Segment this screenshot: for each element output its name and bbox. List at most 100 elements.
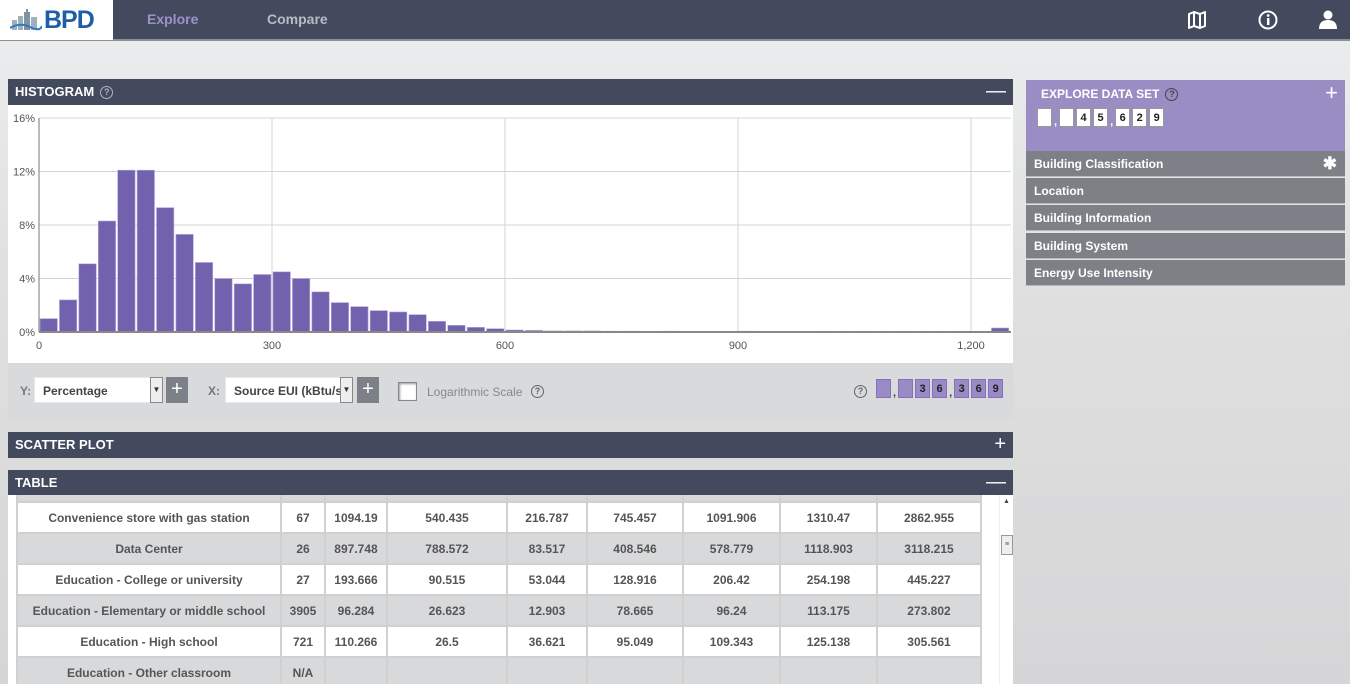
scroll-thumb[interactable]: ≡ bbox=[1001, 535, 1013, 555]
histogram-title: HISTOGRAM bbox=[15, 84, 95, 99]
header-cell bbox=[16, 495, 282, 503]
histogram-chart: 0% 4% 8% 12% 16% 0 300 600 900 1,200 bbox=[8, 105, 1013, 363]
table-row[interactable]: Education - College or university 27 193.6… bbox=[16, 563, 982, 596]
table-row[interactable]: Education - Elementary or middle school 3… bbox=[16, 594, 982, 627]
value-cell: 83.517 bbox=[506, 532, 588, 565]
user-icon[interactable] bbox=[1317, 9, 1339, 31]
value-cell: 113.175 bbox=[779, 594, 878, 627]
histogram-bar bbox=[428, 321, 447, 333]
histogram-bar bbox=[78, 263, 97, 333]
x-tick-label: 0 bbox=[36, 340, 42, 352]
info-icon[interactable] bbox=[1257, 9, 1279, 31]
filter-building-classification[interactable]: Building Classification ✱ bbox=[1026, 151, 1345, 177]
table-row[interactable]: Convenience store with gas station 67 1094… bbox=[16, 501, 982, 534]
value-cell bbox=[682, 656, 781, 684]
building-type-cell: Education - High school bbox=[16, 625, 282, 658]
log-scale-checkbox[interactable] bbox=[398, 382, 417, 401]
histogram-bar bbox=[156, 207, 175, 333]
histogram-bar bbox=[350, 306, 369, 333]
y-tick-label: 8% bbox=[19, 220, 35, 232]
nav-explore[interactable]: Explore bbox=[147, 11, 198, 27]
filter-building-system[interactable]: Building System bbox=[1026, 232, 1345, 259]
filter-building-information[interactable]: Building Information bbox=[1026, 205, 1345, 232]
filter-label: Location bbox=[1034, 184, 1084, 199]
histogram-bar bbox=[136, 169, 155, 333]
value-cell: 788.572 bbox=[386, 532, 508, 565]
filter-label: Building System bbox=[1034, 238, 1129, 253]
help-icon[interactable]: ? bbox=[854, 383, 867, 401]
table-header: TABLE — bbox=[8, 470, 1013, 496]
value-cell: 897.748 bbox=[324, 532, 388, 565]
bpd-logo[interactable]: BPD bbox=[0, 0, 113, 40]
nav-compare[interactable]: Compare bbox=[267, 11, 328, 27]
counter-separator: , bbox=[1054, 116, 1058, 128]
filter-location[interactable]: Location bbox=[1026, 178, 1345, 205]
add-filter-button[interactable]: + bbox=[1325, 80, 1338, 106]
value-cell: 578.779 bbox=[682, 532, 781, 565]
value-cell: 745.457 bbox=[586, 501, 684, 534]
building-count: ,36,369 bbox=[876, 379, 1005, 399]
value-cell: 2862.955 bbox=[876, 501, 982, 534]
help-icon[interactable]: ? bbox=[1165, 88, 1179, 102]
value-cell: 26.623 bbox=[386, 594, 508, 627]
value-cell: 96.24 bbox=[682, 594, 781, 627]
table-scrollbar[interactable]: ▲ ≡ bbox=[999, 495, 1013, 684]
help-icon[interactable]: ? bbox=[100, 86, 114, 100]
table-row[interactable]: Education - Other classroom N/A bbox=[16, 656, 982, 684]
y-axis-select[interactable]: Percentage bbox=[34, 377, 152, 403]
help-icon[interactable]: ? bbox=[531, 383, 544, 401]
scroll-up-icon[interactable]: ▲ bbox=[1003, 498, 1010, 505]
filter-energy-use-intensity[interactable]: Energy Use Intensity bbox=[1026, 259, 1345, 286]
filter-label: Building Classification bbox=[1034, 157, 1164, 171]
y-tick-label: 0% bbox=[19, 327, 35, 339]
value-cell: 95.049 bbox=[586, 625, 684, 658]
histogram-bar bbox=[39, 318, 58, 333]
y-add-button[interactable]: + bbox=[166, 377, 188, 403]
y-axis-label: Y: bbox=[20, 384, 32, 398]
value-cell: 408.546 bbox=[586, 532, 684, 565]
x-axis-select[interactable]: Source EUI (kBtu/sf/yr) bbox=[225, 377, 341, 403]
expand-scatter-button[interactable]: + bbox=[994, 432, 1006, 456]
dataset-count: ,45,629 bbox=[1037, 108, 1166, 128]
header-cell bbox=[324, 495, 388, 503]
histogram-bar bbox=[408, 314, 427, 333]
value-cell: 26 bbox=[280, 532, 326, 565]
x-axis-label: X: bbox=[208, 384, 220, 398]
value-cell: 1310.47 bbox=[779, 501, 878, 534]
value-cell: 110.266 bbox=[324, 625, 388, 658]
scatter-plot-header[interactable]: SCATTER PLOT + bbox=[8, 432, 1013, 458]
histogram-controls: Y: Percentage ▼ + X: Source EUI (kBtu/sf… bbox=[8, 363, 1013, 419]
table-row[interactable]: Education - High school 721 110.266 26.5 36.… bbox=[16, 625, 982, 658]
collapse-histogram-button[interactable]: — bbox=[986, 79, 1006, 103]
histogram-bar bbox=[292, 278, 311, 333]
count-digit bbox=[876, 379, 891, 398]
counter-separator: , bbox=[1110, 116, 1114, 128]
histogram-bar bbox=[447, 325, 466, 333]
histogram-bar bbox=[59, 299, 78, 333]
header-cell bbox=[586, 495, 684, 503]
header-cell bbox=[386, 495, 508, 503]
value-cell bbox=[386, 656, 508, 684]
y-tick-label: 16% bbox=[13, 113, 35, 125]
table-body: Convenience store with gas station 67 1094… bbox=[8, 495, 1013, 684]
value-cell: 540.435 bbox=[386, 501, 508, 534]
value-cell: 36.621 bbox=[506, 625, 588, 658]
building-type-cell: Data Center bbox=[16, 532, 282, 565]
header-cell bbox=[280, 495, 326, 503]
dataset-count-digit bbox=[1037, 108, 1052, 127]
counter-separator: , bbox=[949, 387, 953, 399]
y-dropdown-arrow-icon[interactable]: ▼ bbox=[150, 377, 163, 403]
collapse-table-button[interactable]: — bbox=[986, 470, 1006, 494]
value-cell bbox=[586, 656, 684, 684]
map-icon[interactable] bbox=[1186, 9, 1208, 31]
x-dropdown-arrow-icon[interactable]: ▼ bbox=[340, 377, 353, 403]
x-add-button[interactable]: + bbox=[357, 377, 379, 403]
value-cell: 27 bbox=[280, 563, 326, 596]
value-cell: 216.787 bbox=[506, 501, 588, 534]
table-row[interactable]: Data Center 26 897.748 788.572 83.517 408.546… bbox=[16, 532, 982, 565]
value-cell bbox=[324, 656, 388, 684]
explore-title: EXPLORE DATA SET? bbox=[1041, 87, 1179, 102]
histogram-bar bbox=[97, 220, 116, 333]
value-cell: 53.044 bbox=[506, 563, 588, 596]
dataset-count-digit bbox=[1059, 108, 1075, 127]
